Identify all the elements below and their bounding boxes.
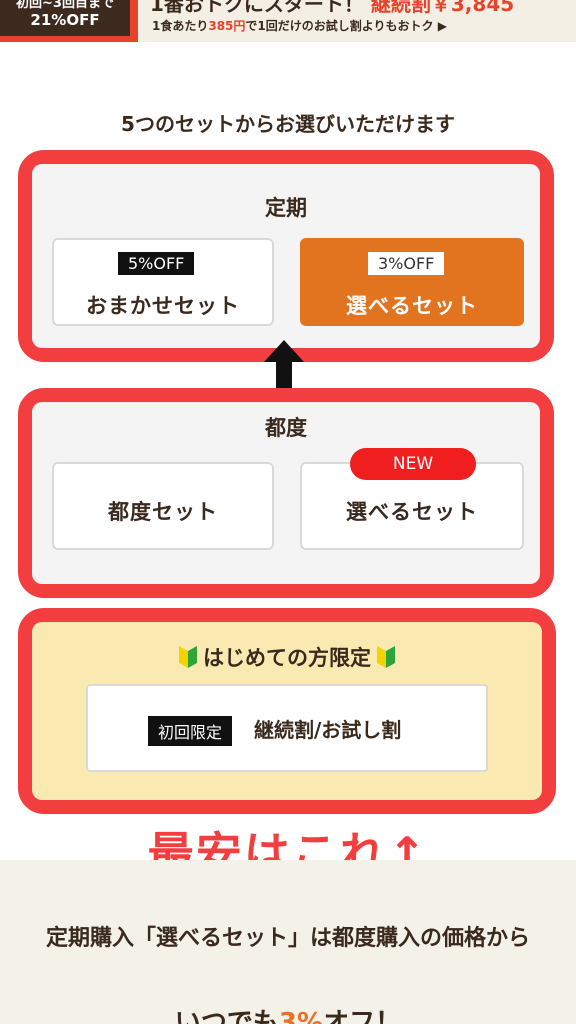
promo-headline-price: 継続割￥3,845 (370, 0, 515, 16)
bottom-info-line1: 定期購入「選べるセット」は都度購入の価格から (45, 926, 530, 951)
onetime-group-title: 都度 (265, 416, 307, 440)
first-time-title: はじめての方限定 (32, 642, 542, 672)
set-selection-intro: 5つのセットからお選びいただけます (121, 112, 455, 136)
regular-group: 定期 5%OFF おまかせセット 3%OFF 選べるセット (32, 164, 540, 348)
promo-sub-prefix: 1食あたり (152, 19, 209, 33)
promo-discount-line2: 21%OFF (30, 11, 100, 29)
option-label: 選べるセット (346, 294, 478, 318)
option-label: 都度セット (108, 500, 218, 524)
promo-sub-price: 385円 (208, 19, 246, 33)
trial-label: 継続割/お試し割 (254, 718, 402, 742)
regular-omakase-set-button[interactable]: 5%OFF おまかせセット (52, 238, 274, 326)
promo-headline-text: 1番おトクにスタート！ (150, 0, 364, 16)
discount-badge: 5%OFF (118, 252, 195, 275)
onetime-group: 都度 都度セット NEW 選べるセット (32, 402, 540, 584)
bottom-info-section: 定期購入「選べるセット」は都度購入の価格から いつでも3%オフ！ (0, 860, 576, 1024)
discount-badge: 3%OFF (368, 252, 445, 275)
first-time-group-frame: はじめての方限定 初回限定 継続割/お試し割 (18, 608, 556, 814)
option-label: おまかせセット (86, 294, 240, 318)
onetime-set-button[interactable]: 都度セット (52, 462, 274, 550)
beginner-mark-icon (377, 646, 395, 668)
promo-banner[interactable]: 初回~3回目まで 21%OFF 1番おトクにスタート！ 継続割￥3,845 1食… (0, 0, 576, 42)
onetime-selectable-set-button[interactable]: NEW 選べるセット (300, 448, 524, 550)
promo-discount-box: 初回~3回目まで 21%OFF (0, 0, 130, 36)
first-time-group: はじめての方限定 初回限定 継続割/お試し割 (32, 622, 542, 800)
promo-sub-suffix: で1回だけのお試し割よりもおトク (245, 19, 434, 33)
new-badge: NEW (350, 448, 476, 480)
regular-group-frame: 定期 5%OFF おまかせセット 3%OFF 選べるセット (18, 150, 554, 362)
first-time-badge: 初回限定 (148, 716, 233, 746)
regular-group-title: 定期 (265, 196, 307, 220)
promo-headline: 1番おトクにスタート！ 継続割￥3,845 (150, 0, 514, 17)
bottom-line2-suffix: オフ！ (323, 1008, 402, 1024)
beginner-mark-icon (179, 646, 197, 668)
trial-continuation-button[interactable]: 初回限定 継続割/お試し割 (86, 684, 488, 772)
promo-subline: 1食あたり385円で1回だけのお試し割よりもおトク ▶ (152, 17, 447, 34)
bottom-line2-pct: 3% (278, 1008, 324, 1024)
onetime-group-frame: 都度 都度セット NEW 選べるセット (18, 388, 554, 598)
bottom-info-line2: いつでも3%オフ！ (0, 1002, 576, 1024)
promo-message: 1番おトクにスタート！ 継続割￥3,845 1食あたり385円で1回だけのお試し… (138, 0, 576, 42)
bottom-line2-prefix: いつでも (174, 1008, 279, 1024)
option-label: 選べるセット (346, 500, 478, 524)
regular-selectable-set-button[interactable]: 3%OFF 選べるセット (300, 238, 524, 326)
first-time-title-text: はじめての方限定 (203, 646, 371, 670)
play-icon: ▶ (437, 19, 447, 33)
